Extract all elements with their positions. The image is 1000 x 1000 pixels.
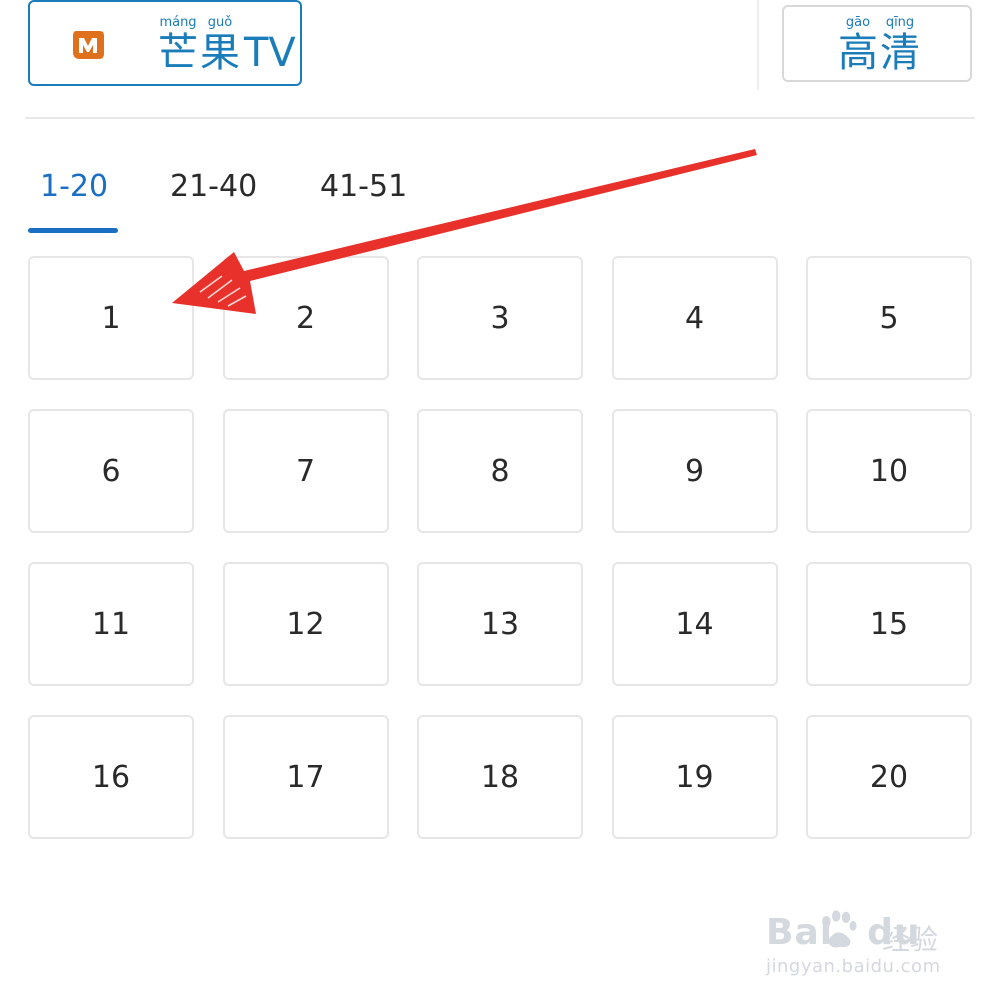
watermark-product: 经验	[882, 923, 939, 956]
episode-button-7[interactable]: 7	[222, 409, 389, 533]
episode-button-20[interactable]: 20	[806, 715, 972, 839]
baidu-paw-icon	[822, 910, 857, 948]
ruby-char: qīng 清	[880, 15, 920, 77]
episode-button-4[interactable]: 4	[611, 256, 778, 380]
episode-button-13[interactable]: 13	[417, 562, 583, 686]
tab-episodes-41-51[interactable]: 41-51	[320, 168, 407, 206]
active-tab-indicator	[28, 228, 118, 233]
source-button-mango-tv[interactable]: máng 芒 guǒ 果 TV	[28, 0, 302, 86]
episode-button-6[interactable]: 6	[28, 409, 194, 533]
hanzi: 清	[880, 30, 920, 76]
baidu-jingyan-watermark: Bai du 经验 jingyan.baidu.com	[766, 890, 966, 980]
source-suffix: TV	[244, 30, 296, 76]
episode-grid: 1 2 3 4 5 6 7 8 9 10 11 12 13 14 15 16 1…	[28, 256, 972, 839]
vertical-divider	[757, 0, 759, 90]
episode-button-1[interactable]: 1	[28, 256, 194, 380]
pinyin: qīng	[885, 15, 915, 30]
episode-button-9[interactable]: 9	[611, 409, 778, 533]
episode-button-5[interactable]: 5	[806, 256, 972, 380]
watermark-url: jingyan.baidu.com	[766, 956, 941, 977]
episode-button-14[interactable]: 14	[611, 562, 778, 686]
tab-episodes-21-40[interactable]: 21-40	[170, 168, 257, 206]
ruby-char: gāo 高	[838, 15, 878, 77]
pinyin: gāo	[845, 15, 871, 30]
tab-episodes-1-20[interactable]: 1-20	[40, 168, 108, 206]
episode-button-12[interactable]: 12	[222, 562, 389, 686]
episode-button-17[interactable]: 17	[222, 715, 389, 839]
episode-button-2[interactable]: 2	[222, 256, 389, 380]
source-label: máng 芒 guǒ 果 TV	[158, 15, 296, 77]
hanzi: 高	[838, 30, 878, 76]
episode-button-19[interactable]: 19	[611, 715, 778, 839]
hanzi: 芒	[158, 30, 198, 76]
ruby-char: máng 芒	[158, 15, 198, 77]
pinyin: máng	[159, 15, 197, 30]
episode-button-3[interactable]: 3	[417, 256, 583, 380]
horizontal-divider	[25, 117, 975, 119]
mango-tv-logo-icon	[73, 31, 104, 59]
quality-label[interactable]: gāo 高 qīng 清	[838, 15, 922, 77]
episode-button-8[interactable]: 8	[417, 409, 583, 533]
episode-button-16[interactable]: 16	[28, 715, 194, 839]
hanzi: 果	[200, 30, 240, 76]
episode-button-18[interactable]: 18	[417, 715, 583, 839]
episode-button-10[interactable]: 10	[806, 409, 972, 533]
episode-button-15[interactable]: 15	[806, 562, 972, 686]
episode-button-11[interactable]: 11	[28, 562, 194, 686]
ruby-char: guǒ 果	[200, 15, 240, 77]
pinyin: guǒ	[207, 15, 233, 30]
